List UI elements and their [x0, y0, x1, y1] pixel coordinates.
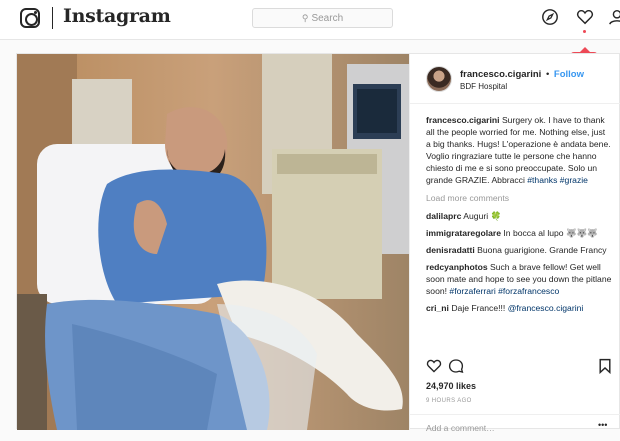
comment-username[interactable]: redcyanphotos	[426, 262, 488, 272]
post-actions	[426, 358, 612, 376]
activity-heart-icon[interactable]	[576, 8, 594, 26]
post-photo[interactable]	[17, 54, 409, 430]
mention-link[interactable]: @francesco.cigarini	[508, 303, 584, 313]
location-link[interactable]: BDF Hospital	[460, 82, 507, 91]
instagram-wordmark[interactable]: Instagram	[63, 5, 171, 27]
comment-username[interactable]: cri_ni	[426, 303, 449, 313]
explore-compass-icon[interactable]	[541, 8, 559, 26]
hashtag-link[interactable]: #grazie	[560, 175, 588, 185]
save-bookmark-icon[interactable]	[598, 358, 612, 374]
comment-text: Daje France!!!	[451, 303, 506, 313]
add-comment-input[interactable]: Add a comment…	[410, 414, 620, 441]
hospital-bed-photo	[17, 54, 409, 430]
comment-text: Auguri 🍀	[463, 211, 502, 221]
like-heart-icon[interactable]	[426, 358, 442, 374]
comment-text: Buona guarigione. Grande Francy	[477, 245, 607, 255]
hashtag-link[interactable]: #thanks	[527, 175, 557, 185]
search-icon: ⚲	[301, 13, 309, 23]
instagram-logo-icon[interactable]	[20, 8, 40, 28]
list-item: immigrataregolare In bocca al lupo 🐺🐺🐺	[426, 227, 612, 239]
top-navigation-bar: Instagram ⚲ Search	[0, 0, 620, 40]
list-item: redcyanphotos Such a brave fellow! Get w…	[426, 261, 612, 297]
likes-count[interactable]: 24,970 likes	[426, 381, 476, 391]
load-more-comments-button[interactable]: Load more comments	[426, 192, 612, 204]
list-item: dalilaprc Auguri 🍀	[426, 210, 612, 222]
avatar[interactable]	[426, 66, 452, 92]
post-sidebar: francesco.cigarini • Follow BDF Hospital…	[409, 54, 620, 433]
post-card: francesco.cigarini • Follow BDF Hospital…	[16, 53, 620, 433]
caption-username[interactable]: francesco.cigarini	[426, 115, 500, 125]
post-header: francesco.cigarini • Follow BDF Hospital	[410, 54, 620, 104]
comment-username[interactable]: immigrataregolare	[426, 228, 501, 238]
logo-divider	[52, 7, 53, 29]
post-caption: francesco.cigarini Surgery ok. I have to…	[426, 114, 612, 186]
comment-username[interactable]: dalilaprc	[426, 211, 461, 221]
notification-indicator-dot	[583, 30, 586, 33]
comment-text: In bocca al lupo 🐺🐺🐺	[503, 228, 599, 238]
follow-button[interactable]: Follow	[554, 69, 584, 80]
comment-bubble-icon[interactable]	[448, 358, 464, 374]
search-placeholder: Search	[311, 13, 344, 24]
search-input[interactable]: ⚲ Search	[252, 8, 393, 28]
comment-username[interactable]: denisradatti	[426, 245, 475, 255]
post-timestamp[interactable]: 9 HOURS AGO	[426, 398, 472, 404]
profile-icon[interactable]	[608, 8, 620, 26]
list-item: cri_ni Daje France!!! @francesco.cigarin…	[426, 302, 612, 314]
list-item: denisradatti Buona guarigione. Grande Fr…	[426, 244, 612, 256]
comments-list: francesco.cigarini Surgery ok. I have to…	[426, 114, 612, 319]
separator-dot: •	[545, 69, 550, 80]
hashtag-link[interactable]: #forzaferrari #forzafrancesco	[449, 286, 559, 296]
post-author: francesco.cigarini • Follow	[460, 69, 584, 80]
username-link[interactable]: francesco.cigarini	[460, 69, 541, 80]
